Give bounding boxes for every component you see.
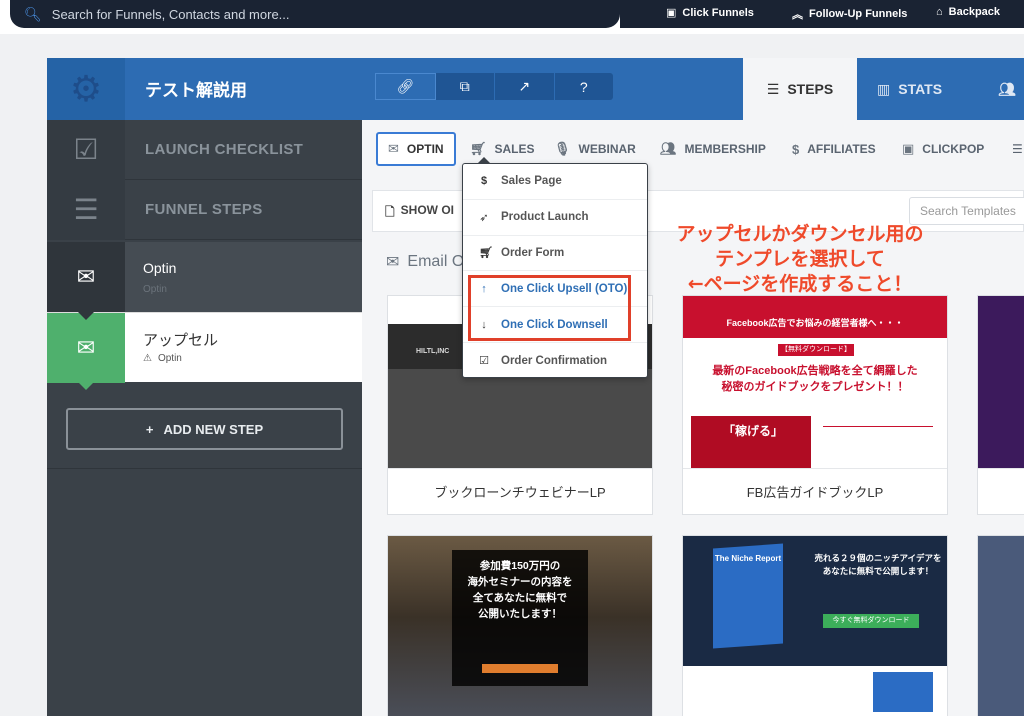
global-search[interactable]: 🔍︎ Search for Funnels, Contacts and more… bbox=[10, 0, 620, 28]
sidebar-launch-checklist[interactable]: ☑ LAUNCH CHECKLIST bbox=[47, 119, 362, 180]
sales-dropdown-menu: $ Sales Page ➶ Product Launch 🛒︎ Order Form… bbox=[462, 157, 648, 379]
template-card[interactable] bbox=[977, 295, 1024, 515]
funnel-toolbar: 🔗︎ ⧉ ↗ ? bbox=[375, 73, 613, 100]
search-icon: 🔍︎ bbox=[24, 5, 42, 22]
microphone-icon: 🎙︎ bbox=[554, 141, 571, 156]
template-thumbnail: The Niche Report 売れる２９個のニッチアイデアを あなたに無料で… bbox=[683, 536, 947, 716]
template-name: ブックローンチウェビナーLP bbox=[388, 468, 652, 514]
backpack-link[interactable]: ⌂ Backpack bbox=[936, 6, 1000, 18]
click-funnels-link[interactable]: ▣ Click Funnels bbox=[666, 6, 754, 20]
external-link-icon[interactable]: ↗ bbox=[495, 73, 555, 100]
envelope-icon: ✉ bbox=[386, 254, 400, 271]
funnel-step-optin[interactable]: ✉ Optin Optin bbox=[47, 242, 362, 320]
tab-webinar[interactable]: 🎙︎ WEBINAR bbox=[554, 132, 636, 166]
menu-item-order-form[interactable]: 🛒︎ Order Form bbox=[463, 236, 647, 272]
dollar-icon: $ bbox=[792, 141, 800, 157]
rocket-icon: ➶ bbox=[479, 211, 489, 224]
annotation-text: アップセルかダウンセル用の テンプレを選択して ←ページを作成すること！ bbox=[676, 223, 924, 295]
template-thumbnail bbox=[978, 296, 1024, 468]
envelope-icon: ✉ bbox=[47, 242, 125, 312]
tab-contacts[interactable]: 👥︎ bbox=[998, 58, 1016, 120]
template-thumbnail bbox=[978, 536, 1024, 716]
bar-chart-icon: ▥ bbox=[877, 80, 891, 97]
click-funnels-icon: ▣ bbox=[666, 7, 677, 19]
tab-clickpop[interactable]: ▣ CLICKPOP bbox=[902, 132, 984, 166]
sidebar: ☑ LAUNCH CHECKLIST ☰ FUNNEL STEPS ✉ Opti… bbox=[47, 119, 362, 716]
tab-stats[interactable]: ▥ STATS bbox=[877, 58, 942, 120]
users-icon: 👥︎ bbox=[998, 80, 1016, 97]
dollar-icon: $ bbox=[480, 175, 488, 188]
envelope-icon: ✉ bbox=[47, 313, 125, 383]
backpack-icon: ⌂ bbox=[936, 6, 943, 18]
template-card[interactable]: 参加費150万円の 海外セミナーの内容を 全てあなたに無料で 公開いたします！ bbox=[387, 535, 653, 716]
checkbox-icon: ☑ bbox=[47, 119, 125, 180]
template-name: FB広告ガイドブックLP bbox=[683, 468, 947, 514]
funnel-header: ⚙ テスト解説用 🔗︎ ⧉ ↗ ? ☰ STEPS ▥ STATS 👥︎ bbox=[47, 58, 1024, 120]
section-title: ✉ Email O bbox=[386, 253, 465, 271]
more-menu-icon[interactable]: ☰ bbox=[1012, 132, 1023, 166]
chevrons-up-icon: ︽ bbox=[792, 9, 803, 21]
tab-steps[interactable]: ☰ STEPS bbox=[743, 58, 857, 120]
menu-item-order-confirmation[interactable]: ☑ Order Confirmation bbox=[463, 343, 647, 379]
link-icon[interactable]: 🔗︎ bbox=[375, 73, 436, 100]
top-bar: 🔍︎ Search for Funnels, Contacts and more… bbox=[0, 0, 1024, 34]
list-icon: ☰ bbox=[47, 179, 125, 240]
template-thumbnail: Facebook広告でお悩みの経営者様へ・・・ 【無料ダウンロード】 最新のFa… bbox=[683, 296, 947, 468]
global-search-placeholder: Search for Funnels, Contacts and more... bbox=[51, 6, 290, 22]
tab-affiliates[interactable]: $ AFFILIATES bbox=[792, 132, 876, 166]
document-icon: 🗋 bbox=[385, 205, 395, 219]
users-icon: 👥︎ bbox=[660, 141, 677, 156]
cart-icon: 🛒︎ bbox=[479, 247, 493, 260]
follow-up-funnels-link[interactable]: ︽ Follow-Up Funnels bbox=[792, 6, 907, 22]
template-card[interactable]: Facebook広告でお悩みの経営者様へ・・・ 【無料ダウンロード】 最新のFa… bbox=[682, 295, 948, 515]
top-links: ▣ Click Funnels ︽ Follow-Up Funnels ⌂ Backp… bbox=[620, 0, 1024, 28]
divider bbox=[47, 468, 362, 469]
funnel-title: テスト解説用 bbox=[145, 81, 247, 100]
template-card[interactable]: The Niche Report 売れる２９個のニッチアイデアを あなたに無料で… bbox=[682, 535, 948, 716]
tab-optin[interactable]: ✉ OPTIN bbox=[376, 132, 456, 166]
menu-item-sales-page[interactable]: $ Sales Page bbox=[463, 164, 647, 200]
template-search-input[interactable]: Search Templates bbox=[909, 197, 1024, 225]
step-pointer bbox=[78, 312, 94, 320]
image-icon: ▣ bbox=[902, 141, 915, 156]
envelope-icon: ✉ bbox=[388, 141, 399, 156]
template-thumbnail: 参加費150万円の 海外セミナーの内容を 全てあなたに無料で 公開いたします！ bbox=[388, 536, 652, 716]
copy-icon[interactable]: ⧉ bbox=[436, 73, 495, 100]
plus-icon: + bbox=[145, 421, 154, 437]
cart-icon: 🛒︎ bbox=[470, 141, 487, 156]
template-card[interactable] bbox=[977, 535, 1024, 716]
checkbox-icon: ☑ bbox=[479, 355, 489, 368]
gear-icon[interactable]: ⚙ bbox=[47, 58, 125, 120]
funnel-editor: ⚙ テスト解説用 🔗︎ ⧉ ↗ ? ☰ STEPS ▥ STATS 👥︎ ☑ LAU… bbox=[47, 58, 1024, 716]
menu-item-product-launch[interactable]: ➶ Product Launch bbox=[463, 200, 647, 236]
warning-icon: ⚠ bbox=[143, 353, 152, 364]
step-pointer bbox=[78, 382, 94, 390]
add-new-step-button[interactable]: + ADD NEW STEP bbox=[66, 408, 343, 450]
highlight-box bbox=[468, 275, 631, 341]
help-icon[interactable]: ? bbox=[555, 73, 614, 100]
sidebar-funnel-steps[interactable]: ☰ FUNNEL STEPS bbox=[47, 179, 362, 240]
tab-membership[interactable]: 👥︎ MEMBERSHIP bbox=[660, 132, 766, 166]
menu-icon: ☰ bbox=[766, 80, 780, 97]
funnel-step-upsell[interactable]: ✉ アップセル ⚠ Optin bbox=[47, 312, 362, 390]
show-all-button[interactable]: 🗋 SHOW OI bbox=[385, 203, 454, 224]
